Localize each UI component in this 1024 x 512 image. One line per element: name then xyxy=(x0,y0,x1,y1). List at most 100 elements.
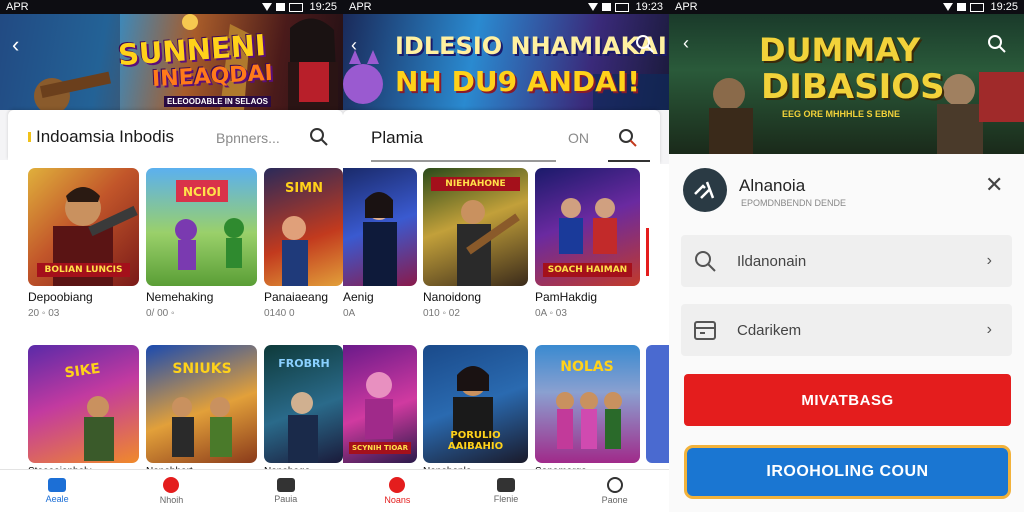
close-icon[interactable]: ✕ xyxy=(985,174,1003,196)
tile-label: BOLIAN LUNCIS xyxy=(36,262,131,277)
panel-account: APR 19:25 ‹ DUMMAY DIBASIOS EEG ORE MHHH… xyxy=(669,0,1024,512)
menu-row[interactable]: Ildanonain › xyxy=(681,235,1012,287)
character-art: SNIUKS xyxy=(172,361,232,457)
nav-item-play[interactable]: Flenie xyxy=(452,470,561,512)
back-arrow-icon[interactable]: ‹ xyxy=(12,34,19,56)
filter-toggle[interactable]: ON xyxy=(568,130,589,146)
game-tile[interactable]: SCYNIH TIOAR xyxy=(343,345,417,463)
game-tile[interactable]: BOLIAN LUNCIS xyxy=(28,168,139,286)
game-name[interactable]: Panaiaeang xyxy=(264,290,328,304)
panel-game-store: APR 19:25 ‹ SUNNENI INEAQDAI ELEOODABLE … xyxy=(0,0,343,512)
secondary-button[interactable]: IROOHOLING COUN xyxy=(684,445,1011,499)
carrier-label: APR xyxy=(349,1,372,13)
signal-icon xyxy=(602,3,612,11)
nav-item-home[interactable]: Aeale xyxy=(0,470,114,512)
calendar-icon xyxy=(694,321,716,340)
nav-item-profile[interactable]: Paone xyxy=(560,470,669,512)
promo-banner[interactable]: ‹ DUMMAY DIBASIOS EEG ORE MHHHLE S EBNE xyxy=(669,14,1024,154)
gamepad-icon xyxy=(497,478,515,492)
carrier-label: APR xyxy=(675,1,698,13)
game-tile[interactable]: NCIOI xyxy=(146,168,257,286)
signal-icon xyxy=(957,3,967,11)
character-art: NOLAS xyxy=(556,359,622,449)
search-card: Plamia ON xyxy=(343,110,660,164)
game-tile[interactable]: PORULIO AAIBAHIO xyxy=(423,345,528,463)
wifi-icon xyxy=(262,3,273,11)
search-icon[interactable] xyxy=(618,128,638,148)
game-name[interactable]: PamHakdig xyxy=(535,290,597,304)
character-art xyxy=(363,192,397,286)
battery-icon xyxy=(289,2,304,12)
accent-mark xyxy=(28,132,31,142)
back-arrow-icon[interactable]: ‹ xyxy=(351,36,357,54)
game-tile[interactable]: SNIUKS xyxy=(146,345,257,463)
svg-text:SIKE: SIKE xyxy=(64,361,102,382)
avatar xyxy=(683,168,727,212)
nav-label: Paone xyxy=(601,495,628,505)
games-grid: BOLIAN LUNCIS NCIOI SIMN Depoobiang 20 ◦… xyxy=(0,160,343,477)
character-art: FROBRH xyxy=(278,357,330,463)
wifi-icon xyxy=(943,3,954,11)
clock: 19:25 xyxy=(309,1,337,13)
character-art: SIKE xyxy=(64,361,114,461)
tile-label: SOACH HAIMAN xyxy=(543,262,632,277)
account-name: Alnanoia xyxy=(739,176,806,195)
account-subtitle: EPOMDNBENDN DENDE xyxy=(741,198,847,208)
game-tile[interactable] xyxy=(343,168,417,286)
signal-icon xyxy=(276,3,286,11)
fire-icon xyxy=(163,477,180,493)
svg-text:NOLAS: NOLAS xyxy=(560,359,613,375)
tile-label: NIEHAHONE xyxy=(431,177,520,192)
chevron-right-icon: › xyxy=(986,321,992,338)
character-art: NCIOI xyxy=(175,180,244,270)
svg-text:FROBRH: FROBRH xyxy=(278,357,329,370)
game-tile[interactable]: FROBRH xyxy=(264,345,343,463)
search-icon[interactable] xyxy=(635,34,655,54)
promo-banner[interactable]: ‹ SUNNENI INEAQDAI ELEOODABLE IN SELAOS xyxy=(0,14,343,110)
game-meta: 20 ◦ 03 xyxy=(28,308,60,319)
promo-banner[interactable]: ‹ IDLESIO NHAMIAKAI NH DU9 ANDAI! xyxy=(343,14,669,110)
nav-item-play[interactable]: Pauia xyxy=(229,470,343,512)
bottom-nav: Aeale Nhoih Pauia xyxy=(0,469,343,512)
carrier-label: APR xyxy=(6,1,29,13)
tab-underline-active xyxy=(608,160,650,162)
gamepad-icon xyxy=(276,478,295,492)
banner-title-line1: IDLESIO NHAMIAKAI xyxy=(395,32,667,60)
nav-item-hot[interactable]: Nhoih xyxy=(114,470,228,512)
game-tile[interactable]: SIKE xyxy=(28,345,139,463)
svg-text:SIMN: SIMN xyxy=(285,181,323,196)
tile-label: SCYNIH TIOAR xyxy=(348,441,412,454)
game-name[interactable]: Depoobiang xyxy=(28,290,93,304)
bottom-nav: Noans Flenie Paone xyxy=(343,469,669,512)
nav-label: Noans xyxy=(384,495,411,505)
search-input[interactable]: Bpnners... xyxy=(216,130,280,146)
game-tile[interactable]: SOACH HAIMAN xyxy=(535,168,640,286)
nav-label: Aeale xyxy=(45,494,69,504)
search-card: Indoamsia Inbodis Bpnners... xyxy=(8,110,343,160)
primary-button[interactable]: MIVATBASG xyxy=(684,374,1011,426)
back-arrow-icon[interactable]: ‹ xyxy=(683,34,689,52)
menu-row-label: Ildanonain xyxy=(737,252,807,270)
battery-icon xyxy=(970,2,985,12)
wifi-icon xyxy=(588,3,599,11)
game-meta: 0A ◦ 03 xyxy=(535,308,567,319)
banner-subtitle: ELEOODABLE IN SELAOS xyxy=(164,96,271,107)
scroll-indicator[interactable] xyxy=(646,228,649,276)
game-tile[interactable]: SIMN xyxy=(264,168,343,286)
game-name[interactable]: Aenig xyxy=(343,290,374,304)
section-title: Indoamsia Inbodis xyxy=(36,127,174,146)
banner-title-line2: NH DU9 ANDAI! xyxy=(395,65,641,98)
search-icon[interactable] xyxy=(987,34,1007,54)
clock: 19:23 xyxy=(635,1,663,13)
clock: 19:25 xyxy=(990,1,1018,13)
fire-icon xyxy=(389,477,406,493)
search-icon[interactable] xyxy=(309,127,329,147)
game-name[interactable]: Nanoidong xyxy=(423,290,481,304)
nav-item-hot[interactable]: Noans xyxy=(343,470,452,512)
banner-title-line2: DIBASIOS xyxy=(761,67,945,107)
partial-tile[interactable] xyxy=(646,345,669,463)
game-tile[interactable]: NOLAS xyxy=(535,345,640,463)
menu-row[interactable]: Cdarikem › xyxy=(681,304,1012,356)
game-tile[interactable]: NIEHAHONE xyxy=(423,168,528,286)
game-name[interactable]: Nemehaking xyxy=(146,290,213,304)
